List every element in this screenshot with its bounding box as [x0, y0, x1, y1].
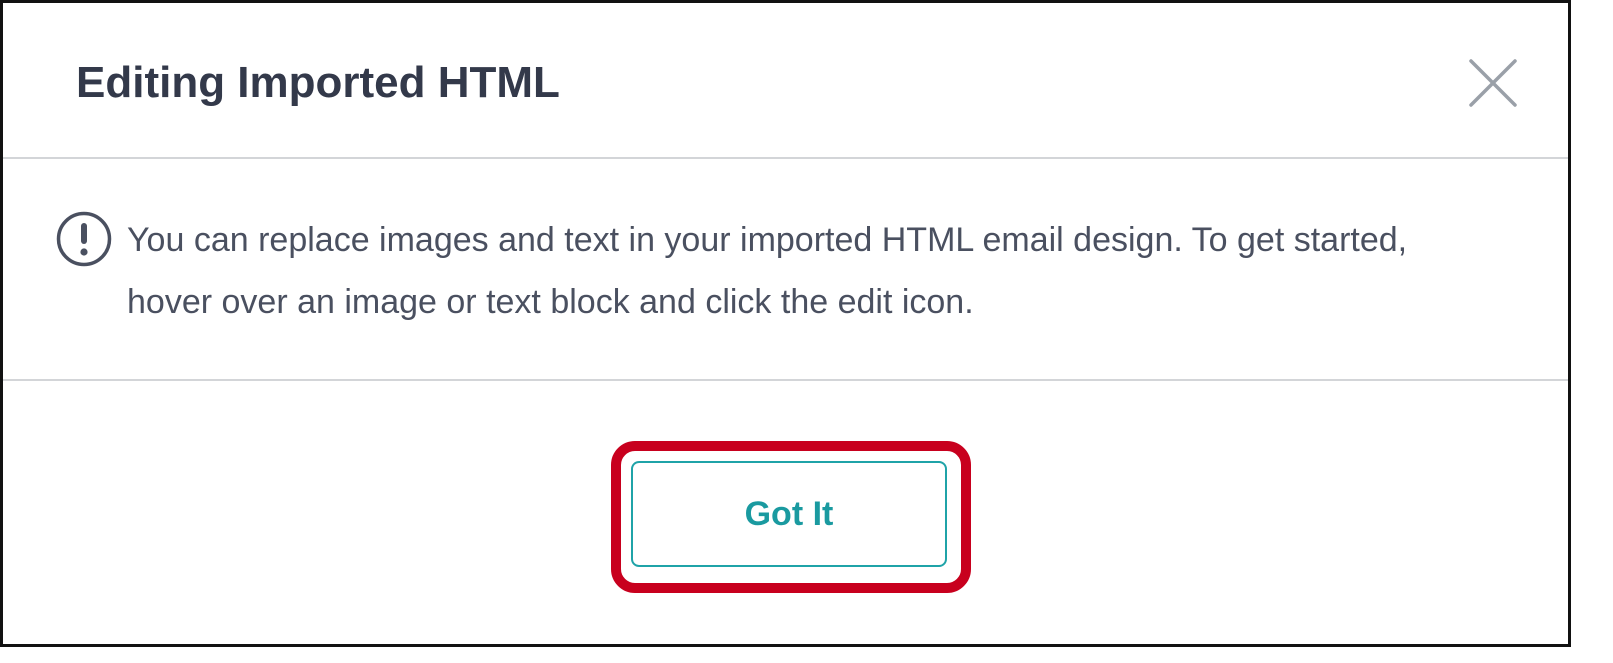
close-button[interactable] [1465, 55, 1521, 111]
dialog-message: You can replace images and text in your … [127, 221, 1408, 321]
dialog-title: Editing Imported HTML [76, 58, 560, 107]
close-icon [1469, 59, 1517, 107]
exclamation-circle-icon [56, 211, 112, 267]
got-it-button[interactable]: Got It [631, 461, 947, 567]
header-divider [3, 157, 1568, 159]
dialog-header: Editing Imported HTML [3, 3, 1568, 157]
modal-dialog: Editing Imported HTML You can replace im… [0, 0, 1571, 647]
footer-divider [3, 379, 1568, 381]
